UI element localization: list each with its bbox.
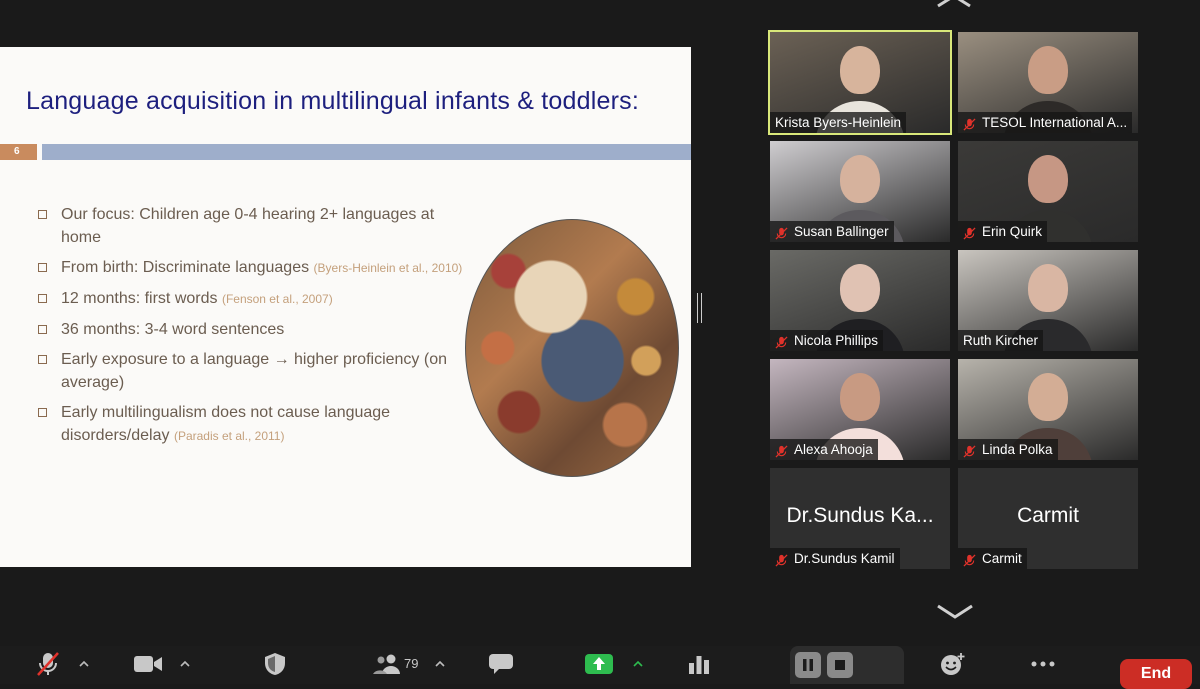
reactions-smiley-icon[interactable]: [940, 652, 966, 676]
microphone-muted-icon: [963, 116, 976, 131]
participant-name: Erin Quirk: [982, 224, 1043, 239]
security-shield-icon[interactable]: [264, 652, 286, 676]
end-meeting-button[interactable]: End: [1120, 659, 1192, 689]
participant-tile[interactable]: Krista Byers-Heinlein: [768, 30, 952, 135]
caret-up-icon[interactable]: [435, 660, 445, 668]
bullet-list: Our focus: Children age 0-4 hearing 2+ l…: [36, 203, 476, 455]
participant-name: Carmit: [982, 551, 1022, 566]
toddler-photo: [465, 219, 679, 477]
participant-display-name: Carmit: [1017, 504, 1079, 527]
participant-tile[interactable]: Ruth Kircher: [958, 250, 1138, 351]
bar-chart-icon[interactable]: [688, 654, 710, 674]
participant-face: [840, 264, 880, 312]
slide-bullet: 36 months: 3-4 word sentences: [36, 318, 476, 341]
slide-bullet: 12 months: first words (Fenson et al., 2…: [36, 287, 476, 311]
slide-bullet: Early exposure to a language → higher pr…: [36, 348, 476, 394]
microphone-muted-icon[interactable]: [34, 650, 62, 678]
participant-face: [1028, 373, 1068, 421]
stop-icon: [835, 660, 845, 670]
participant-face: [1028, 46, 1068, 94]
microphone-muted-icon: [775, 443, 788, 458]
pause-icon: [803, 659, 813, 671]
participant-face: [840, 155, 880, 203]
participant-name: Susan Ballinger: [794, 224, 889, 239]
microphone-muted-icon: [963, 552, 976, 567]
bullet-square-icon: [38, 355, 47, 364]
bullet-text: 36 months: 3-4 word sentences: [61, 321, 285, 338]
bullet-text: 12 months: first words: [61, 290, 218, 307]
chat-bubble-icon[interactable]: [488, 653, 514, 675]
participant-name-label: Nicola Phillips: [770, 330, 884, 351]
participant-tile[interactable]: TESOL International A...: [958, 32, 1138, 133]
pause-record-button[interactable]: [795, 652, 821, 678]
caret-up-icon[interactable]: [180, 660, 190, 668]
participant-name-label: Krista Byers-Heinlein: [770, 112, 907, 133]
participant-name: Dr.Sundus Kamil: [794, 551, 895, 566]
participant-tile[interactable]: Linda Polka: [958, 359, 1138, 460]
bullet-text: From birth: Discriminate languages: [61, 259, 310, 276]
bullet-text: Early exposure to a language → higher pr…: [61, 351, 447, 391]
chevron-down-icon[interactable]: [936, 603, 974, 621]
shared-slide: Language acquisition in multilingual inf…: [0, 47, 691, 567]
participants-count: 79: [404, 656, 419, 671]
bullet-citation: (Byers-Heinlein et al., 2010): [313, 261, 463, 275]
stop-record-button[interactable]: [827, 652, 853, 678]
bullet-square-icon: [38, 263, 47, 272]
bullet-text: Our focus: Children age 0-4 hearing 2+ l…: [61, 206, 435, 246]
participant-name-label: Alexa Ahooja: [770, 439, 878, 460]
participant-name-label: TESOL International A...: [958, 112, 1133, 133]
microphone-muted-icon: [775, 225, 788, 240]
caret-up-icon[interactable]: [79, 660, 89, 668]
microphone-muted-icon: [963, 443, 976, 458]
participant-tile[interactable]: Dr.Sundus Ka... Dr.Sundus Kamil: [770, 468, 950, 569]
slide-bullet: Early multilingualism does not cause lan…: [36, 401, 476, 448]
participant-tile[interactable]: Nicola Phillips: [770, 250, 950, 351]
slide-header-bar: [42, 144, 691, 160]
slide-bullet: From birth: Discriminate languages (Byer…: [36, 256, 476, 280]
share-arrow-up-icon: [593, 657, 605, 670]
participant-name-label: Linda Polka: [958, 439, 1058, 460]
video-camera-icon[interactable]: [133, 654, 163, 674]
chevron-up-icon[interactable]: [936, 0, 972, 8]
microphone-muted-icon: [775, 334, 788, 349]
bullet-square-icon: [38, 408, 47, 417]
slide-number: 6: [0, 144, 37, 160]
participants-icon[interactable]: [372, 654, 402, 674]
participant-name-label: Dr.Sundus Kamil: [770, 548, 900, 569]
slide-bullet: Our focus: Children age 0-4 hearing 2+ l…: [36, 203, 476, 249]
participant-name: Linda Polka: [982, 442, 1053, 457]
participant-tile[interactable]: Alexa Ahooja: [770, 359, 950, 460]
participant-name-label: Ruth Kircher: [958, 330, 1044, 351]
participant-tile[interactable]: Susan Ballinger: [770, 141, 950, 242]
resize-handle[interactable]: [697, 293, 702, 323]
participant-face: [1028, 264, 1068, 312]
participant-display-name: Dr.Sundus Ka...: [786, 504, 934, 527]
participant-face: [840, 373, 880, 421]
participant-name-label: Susan Ballinger: [770, 221, 894, 242]
participant-name: Ruth Kircher: [963, 333, 1039, 348]
participant-name: TESOL International A...: [982, 115, 1128, 130]
participant-face: [1028, 155, 1068, 203]
microphone-muted-icon: [775, 552, 788, 567]
caret-up-icon[interactable]: [633, 660, 643, 668]
bullet-square-icon: [38, 325, 47, 334]
slide-title: Language acquisition in multilingual inf…: [26, 87, 639, 115]
bullet-square-icon: [38, 294, 47, 303]
more-options-icon[interactable]: [1030, 660, 1056, 668]
participant-tile[interactable]: Erin Quirk: [958, 141, 1138, 242]
participant-name: Alexa Ahooja: [794, 442, 873, 457]
bullet-citation: (Fenson et al., 2007): [221, 292, 333, 306]
participant-name-label: Erin Quirk: [958, 221, 1048, 242]
participant-tile[interactable]: Carmit Carmit: [958, 468, 1138, 569]
participant-name: Krista Byers-Heinlein: [775, 115, 902, 130]
bullet-square-icon: [38, 210, 47, 219]
participant-face: [840, 46, 880, 94]
participant-name-label: Carmit: [958, 548, 1027, 569]
bullet-citation: (Paradis et al., 2011): [173, 429, 285, 443]
microphone-muted-icon: [963, 225, 976, 240]
participant-name: Nicola Phillips: [794, 333, 879, 348]
